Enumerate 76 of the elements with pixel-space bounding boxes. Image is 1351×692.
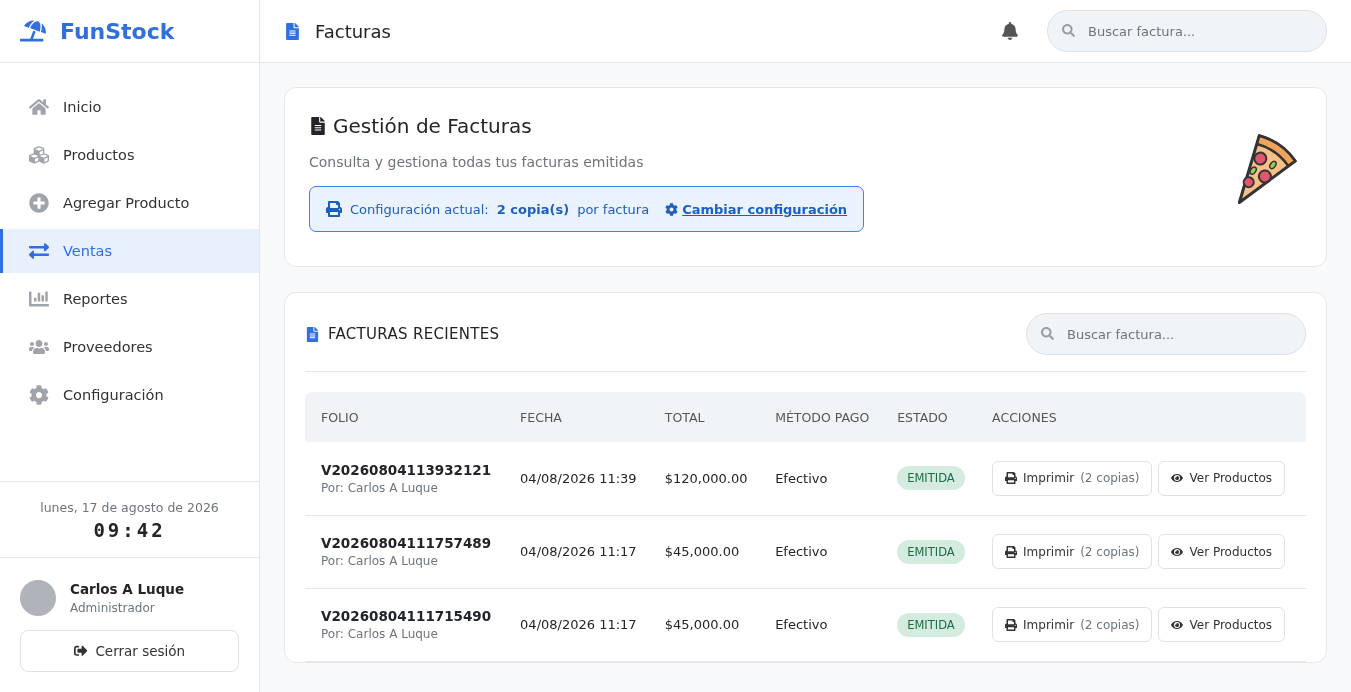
sidebar-item[interactable]: Ventas <box>0 229 259 273</box>
status-badge: EMITIDA <box>897 466 965 491</box>
settings-icon <box>29 385 49 405</box>
section-title: Gestión de Facturas <box>333 114 532 138</box>
table-cell: $45,000.00 <box>648 588 760 661</box>
printer-icon <box>1005 472 1018 485</box>
table-cell: Efectivo <box>759 442 882 515</box>
arrows-icon <box>29 241 49 261</box>
table-cell: 04/08/2026 11:39 <box>504 442 649 515</box>
document-icon <box>305 326 320 342</box>
logout-icon <box>73 644 88 658</box>
column-header: FECHA <box>504 392 649 442</box>
table-cell: $120,000.00 <box>648 442 760 515</box>
view-products-button[interactable]: Ver Productos <box>1158 460 1286 496</box>
print-button[interactable]: Imprimir (2 copias) <box>992 460 1153 496</box>
config-suffix: por factura <box>577 201 650 217</box>
search-icon <box>1041 327 1054 340</box>
invoice-folio: V20260804111757489 <box>321 535 493 551</box>
column-header: FOLIO <box>305 392 505 442</box>
change-config-link[interactable]: Cambiar configuración <box>665 201 848 217</box>
printer-icon <box>1005 618 1018 631</box>
print-button[interactable]: Imprimir (2 copias) <box>992 534 1153 569</box>
search-field[interactable]: Buscar factura... <box>1026 313 1306 355</box>
status-badge: EMITIDA <box>897 539 965 564</box>
view-products-button[interactable]: Ver Productos <box>1158 607 1286 642</box>
view-products-button[interactable]: Ver Productos <box>1158 534 1286 569</box>
search-icon <box>1062 24 1075 37</box>
table-cell: Efectivo <box>759 588 882 661</box>
settings-icon <box>665 202 679 216</box>
beach-umbrella-icon <box>20 18 46 44</box>
sidebar-item[interactable]: Productos <box>0 133 259 177</box>
issued-by: Por: Carlos A Luque <box>321 480 439 495</box>
issued-by: Por: Carlos A Luque <box>321 554 439 568</box>
status-badge: EMITIDA <box>897 612 965 637</box>
column-header: TOTAL <box>648 392 760 442</box>
table-cell: 04/08/2026 11:17 <box>504 588 649 661</box>
boxes-icon <box>29 145 49 165</box>
table-cell: Efectivo <box>759 515 882 588</box>
column-header: ACCIONES <box>976 392 1306 442</box>
document-icon <box>284 22 301 40</box>
home-icon <box>29 97 49 117</box>
table-cell: 04/08/2026 11:17 <box>504 515 649 588</box>
sidebar-item[interactable]: Reportes <box>0 277 259 321</box>
issued-by: Por: Carlos A Luque <box>321 627 439 641</box>
printer-icon <box>1005 545 1018 558</box>
print-button[interactable]: Imprimir (2 copias) <box>992 607 1153 642</box>
table-cell: $45,000.00 <box>648 515 760 588</box>
user-name: Carlos A Luque <box>70 581 185 597</box>
column-header: ESTADO <box>881 392 977 442</box>
column-header: MÉTODO PAGO <box>759 392 882 442</box>
config-value: 2 copia(s) <box>496 201 570 217</box>
invoice-folio: V20260804111715490 <box>321 608 493 624</box>
printer-icon <box>326 201 342 217</box>
eye-icon <box>1171 472 1184 485</box>
section-heading: FACTURAS RECIENTES <box>328 325 500 343</box>
sidebar-item[interactable]: Configuración <box>0 373 259 417</box>
notification-bell-icon[interactable] <box>1001 22 1019 40</box>
user-avatar <box>20 580 56 616</box>
invoice-folio: V20260804113932121 <box>321 461 493 478</box>
current-date: lunes, 17 de agosto de 2026 <box>39 500 220 515</box>
bar-chart-icon <box>29 289 49 309</box>
section-subtitle: Consulta y gestiona todas tus facturas emitidas <box>309 154 645 170</box>
search-field[interactable]: Buscar factura... <box>1047 10 1327 52</box>
current-time: 09:42 <box>92 519 167 541</box>
document-icon <box>309 117 327 135</box>
sidebar-item[interactable]: Agregar Producto <box>0 181 259 225</box>
sidebar-item[interactable]: Proveedores <box>0 325 259 369</box>
eye-icon <box>1171 618 1184 631</box>
config-label: Configuración actual: <box>350 201 489 217</box>
users-icon <box>29 337 49 357</box>
eye-icon <box>1171 545 1184 558</box>
sidebar-item[interactable]: Inicio <box>0 85 259 129</box>
page-title: Facturas <box>315 20 392 42</box>
logout-button[interactable]: Cerrar sesión <box>20 630 239 672</box>
user-role: Administrador <box>70 601 156 615</box>
brand-name: FunStock <box>60 18 175 44</box>
